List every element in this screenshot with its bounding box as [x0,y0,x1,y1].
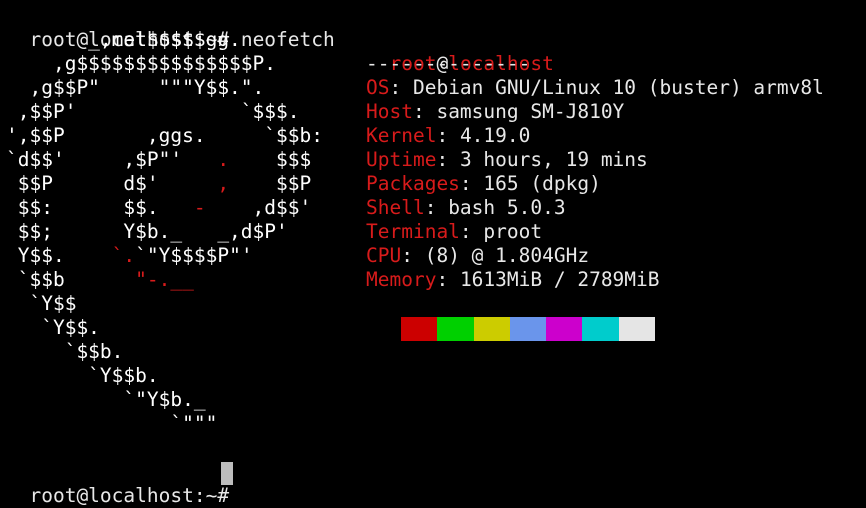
logo-segment: `d$$' ,$P"' [6,148,218,171]
logo-segment: `"Y$$$$P"' [135,244,253,267]
logo-line: `Y$$. [6,316,100,340]
logo-line: `"Y$b._ [6,388,206,412]
info-key-suffix: : [459,220,484,243]
info-row-uptime: Uptime: 3 hours, 19 mins [366,148,648,172]
info-key: Kernel [366,124,437,147]
info-row-memory: Memory: 1613MiB / 2789MiB [366,268,660,292]
logo-line: $$P d$' , $$P [6,172,312,196]
color-palette [401,317,656,341]
info-row-packages: Packages: 165 (dpkg) [366,172,601,196]
logo-segment: - [193,196,206,219]
info-row-kernel: Kernel: 4.19.0 [366,124,530,148]
info-value: 1613MiB / 2789MiB [459,268,660,291]
logo-segment: `$$b [6,268,136,291]
logo-segment: _,met$$$$$gg. [6,28,241,51]
logo-line: `d$$' ,$P"' . $$$ [6,148,311,172]
info-key-suffix: : [436,148,460,171]
info-key: Memory [366,268,437,291]
logo-segment: , [217,172,230,195]
info-value: samsung SM-J810Y [436,100,625,123]
info-key: CPU [366,244,402,267]
prompt-line: root@localhost:~# [6,460,229,507]
info-row-os: OS: Debian GNU/Linux 10 (buster) armv8l [366,76,824,100]
logo-segment: `Y$$ [6,292,77,315]
info-row-host: Host: samsung SM-J810Y [366,100,624,124]
info-value: proot [483,220,543,243]
info-key: Uptime [366,148,437,171]
info-value: 165 (dpkg) [483,172,601,195]
info-value: bash 5.0.3 [448,196,566,219]
logo-segment: . [217,148,230,171]
info-row-shell: Shell: bash 5.0.3 [366,196,566,220]
logo-line: `""" [6,412,217,436]
logo-line: $$; Y$b._ _,d$P' [6,220,288,244]
info-key-suffix: : [401,244,425,267]
logo-segment: `. [111,244,136,267]
info-key: Host [366,100,413,123]
logo-segment: $$$ [229,148,312,171]
color-swatch [618,317,656,341]
logo-segment: `Y$$. [6,316,100,339]
logo-segment: `"Y$b._ [6,388,206,411]
logo-line: _,met$$$$$gg. [6,28,241,52]
info-key: OS [366,76,390,99]
logo-segment: `$$b. [6,340,124,363]
logo-line: `Y$$b. [6,364,159,388]
logo-segment: $$: $$. [6,196,194,219]
logo-segment: $$P d$' [6,172,218,195]
logo-line: `Y$$ [6,292,76,316]
logo-line: ,$$P' `$$$. [6,100,300,124]
command-line: root@localhost:~# neofetch [6,4,334,51]
logo-line: ,g$$$$$$$$$$$$$$$P. [6,52,276,76]
info-value: 4.19.0 [459,124,531,147]
logo-segment: ,g$$P" """Y$$.". [6,76,265,99]
color-swatch [437,317,474,341]
logo-segment: $$; Y$b._ _,d$P' [6,220,288,243]
color-swatch [401,317,438,341]
logo-segment: ',$$P ,ggs. `$$b: [6,124,323,147]
color-swatch [546,317,583,341]
info-key: Terminal [366,220,460,243]
color-swatch [473,317,510,341]
logo-segment: $$P [229,172,312,195]
text-cursor[interactable] [221,462,233,485]
logo-line: `$$b. [6,340,124,364]
logo-line: `$$b "-.__ [6,268,194,292]
info-key-suffix: : [459,172,484,195]
info-key-suffix: : [436,124,460,147]
logo-line: ',$$P ,ggs. `$$b: [6,124,323,148]
command-text: neofetch [240,28,335,51]
info-value: Debian GNU/Linux 10 (buster) armv8l [412,76,824,99]
info-row-terminal: Terminal: proot [366,220,542,244]
logo-segment: `Y$$b. [6,364,159,387]
logo-segment: `""" [6,412,218,435]
info-title: root@localhost [366,28,553,75]
prompt-text-bottom: root@localhost:~# [29,484,230,507]
info-value: 3 hours, 19 mins [459,148,648,171]
logo-segment: ,d$$' [205,196,312,219]
info-key: Packages [366,172,460,195]
info-key-suffix: : [412,100,437,123]
logo-line: ,g$$P" """Y$$.". [6,76,264,100]
info-key-suffix: : [389,76,413,99]
info-key-suffix: : [436,268,460,291]
logo-line: Y$$. `.`"Y$$$$P"' [6,244,253,268]
info-key: Shell [366,196,425,219]
logo-segment: ,g$$$$$$$$$$$$$$$P. [6,52,277,75]
color-swatch [582,317,619,341]
logo-segment: "-.__ [135,268,194,291]
color-swatch [509,317,547,341]
info-key-suffix: : [424,196,449,219]
info-value: (8) @ 1.804GHz [424,244,590,267]
logo-line: $$: $$. - ,d$$' [6,196,312,220]
info-separator: -------------- [366,52,531,75]
logo-segment: ,$$P' `$$$. [6,100,300,123]
info-row-cpu: CPU: (8) @ 1.804GHz [366,244,589,268]
logo-segment: Y$$. [6,244,112,267]
